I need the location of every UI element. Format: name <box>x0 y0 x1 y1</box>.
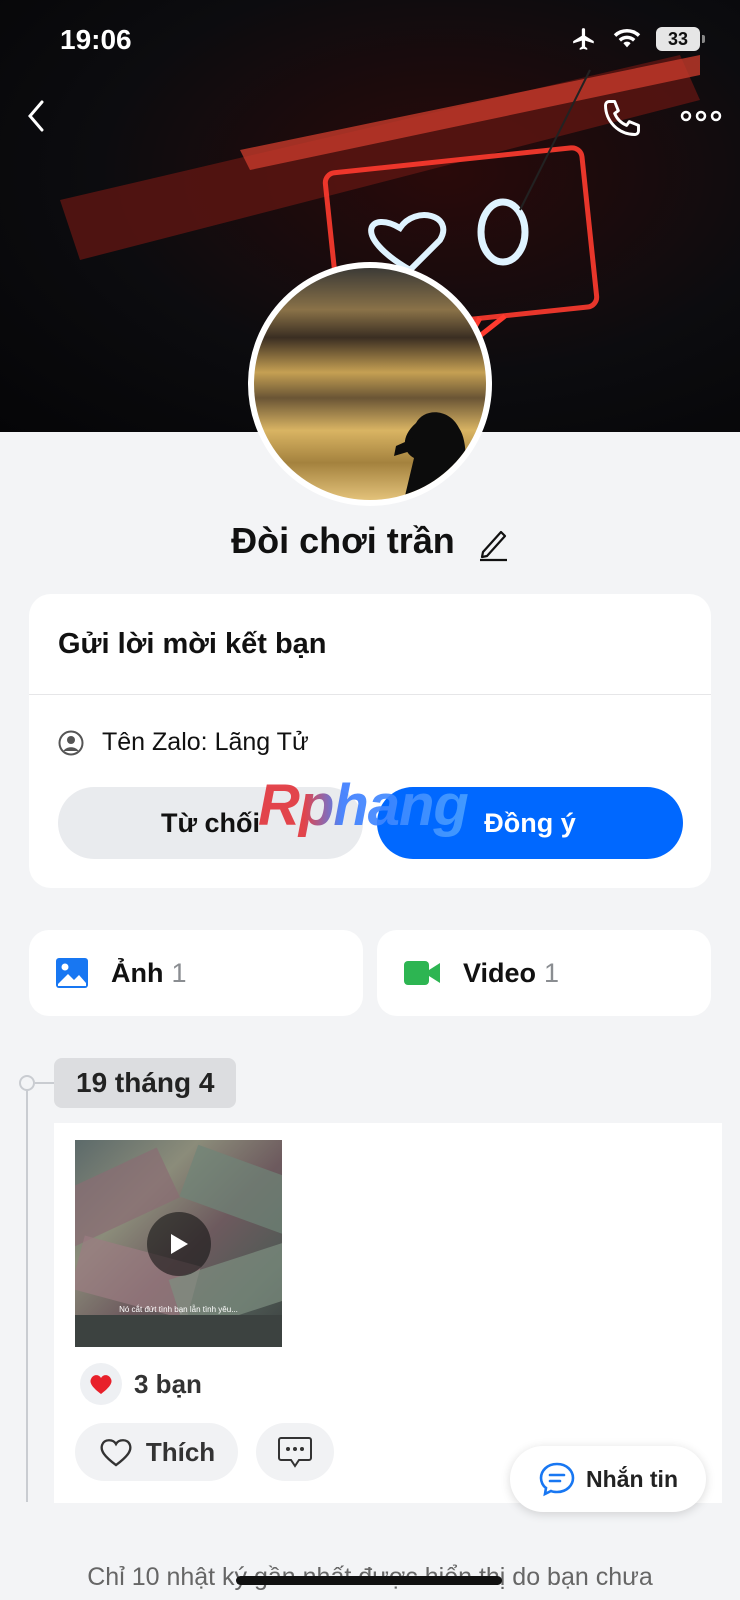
home-indicator <box>236 1576 502 1585</box>
photos-count: 1 <box>171 957 187 988</box>
timeline-dot <box>19 1075 35 1091</box>
comment-icon <box>278 1437 312 1468</box>
wifi-icon <box>613 28 641 48</box>
timeline-line <box>26 1082 28 1502</box>
edit-pencil-icon[interactable] <box>477 524 509 562</box>
comment-button[interactable] <box>256 1423 334 1481</box>
divider <box>29 694 711 695</box>
friend-request-title: Gửi lời mời kết bạn <box>58 628 327 660</box>
zalo-name-row: Tên Zalo: Lãng Tử <box>58 728 309 757</box>
like-button[interactable]: Thích <box>75 1423 238 1481</box>
reaction-count: 3 bạn <box>134 1368 202 1399</box>
avatar[interactable] <box>248 262 492 506</box>
videos-button[interactable]: Video 1 <box>377 930 711 1016</box>
friend-request-card: Gửi lời mời kết bạn Tên Zalo: Lãng Tử Từ… <box>29 594 711 888</box>
user-circle-icon <box>58 730 84 755</box>
videos-label: Video <box>463 957 537 988</box>
status-bar: 19:06 33 <box>60 22 705 56</box>
play-icon[interactable] <box>147 1212 211 1276</box>
photos-label: Ảnh <box>111 957 164 988</box>
heart-reaction-icon <box>80 1363 122 1405</box>
timeline-date: 19 tháng 4 <box>54 1058 237 1108</box>
heart-outline-icon <box>100 1439 132 1467</box>
airplane-icon <box>573 28 594 50</box>
profile-name-row: Đòi chơi trần <box>0 520 740 562</box>
chat-bubble-icon <box>539 1462 575 1497</box>
more-icon[interactable] <box>678 96 724 136</box>
video-caption: Nó cắt đứt tình bạn lẫn tình yêu... <box>119 1305 238 1314</box>
battery-icon: 33 <box>656 27 705 51</box>
video-thumbnail[interactable]: Nó cắt đứt tình bạn lẫn tình yêu... <box>75 1140 282 1347</box>
videos-count: 1 <box>544 957 560 988</box>
zalo-label: Tên Zalo: <box>102 728 215 756</box>
reaction-summary[interactable]: 3 bạn <box>80 1363 202 1405</box>
phone-icon[interactable] <box>600 96 644 140</box>
status-time: 19:06 <box>60 24 132 55</box>
battery-level: 33 <box>667 28 689 49</box>
timeline-connector <box>35 1082 55 1084</box>
profile-name: Đòi chơi trần <box>231 520 455 561</box>
back-icon[interactable] <box>20 96 52 136</box>
video-camera-icon <box>404 961 440 985</box>
message-label: Nhắn tin <box>586 1465 678 1492</box>
watermark-logo: Rphang <box>258 773 469 838</box>
image-icon <box>56 958 88 988</box>
like-label: Thích <box>145 1436 216 1467</box>
zalo-name: Lãng Tử <box>214 728 309 756</box>
photos-button[interactable]: Ảnh 1 <box>29 930 363 1016</box>
message-button[interactable]: Nhắn tin <box>510 1446 706 1512</box>
